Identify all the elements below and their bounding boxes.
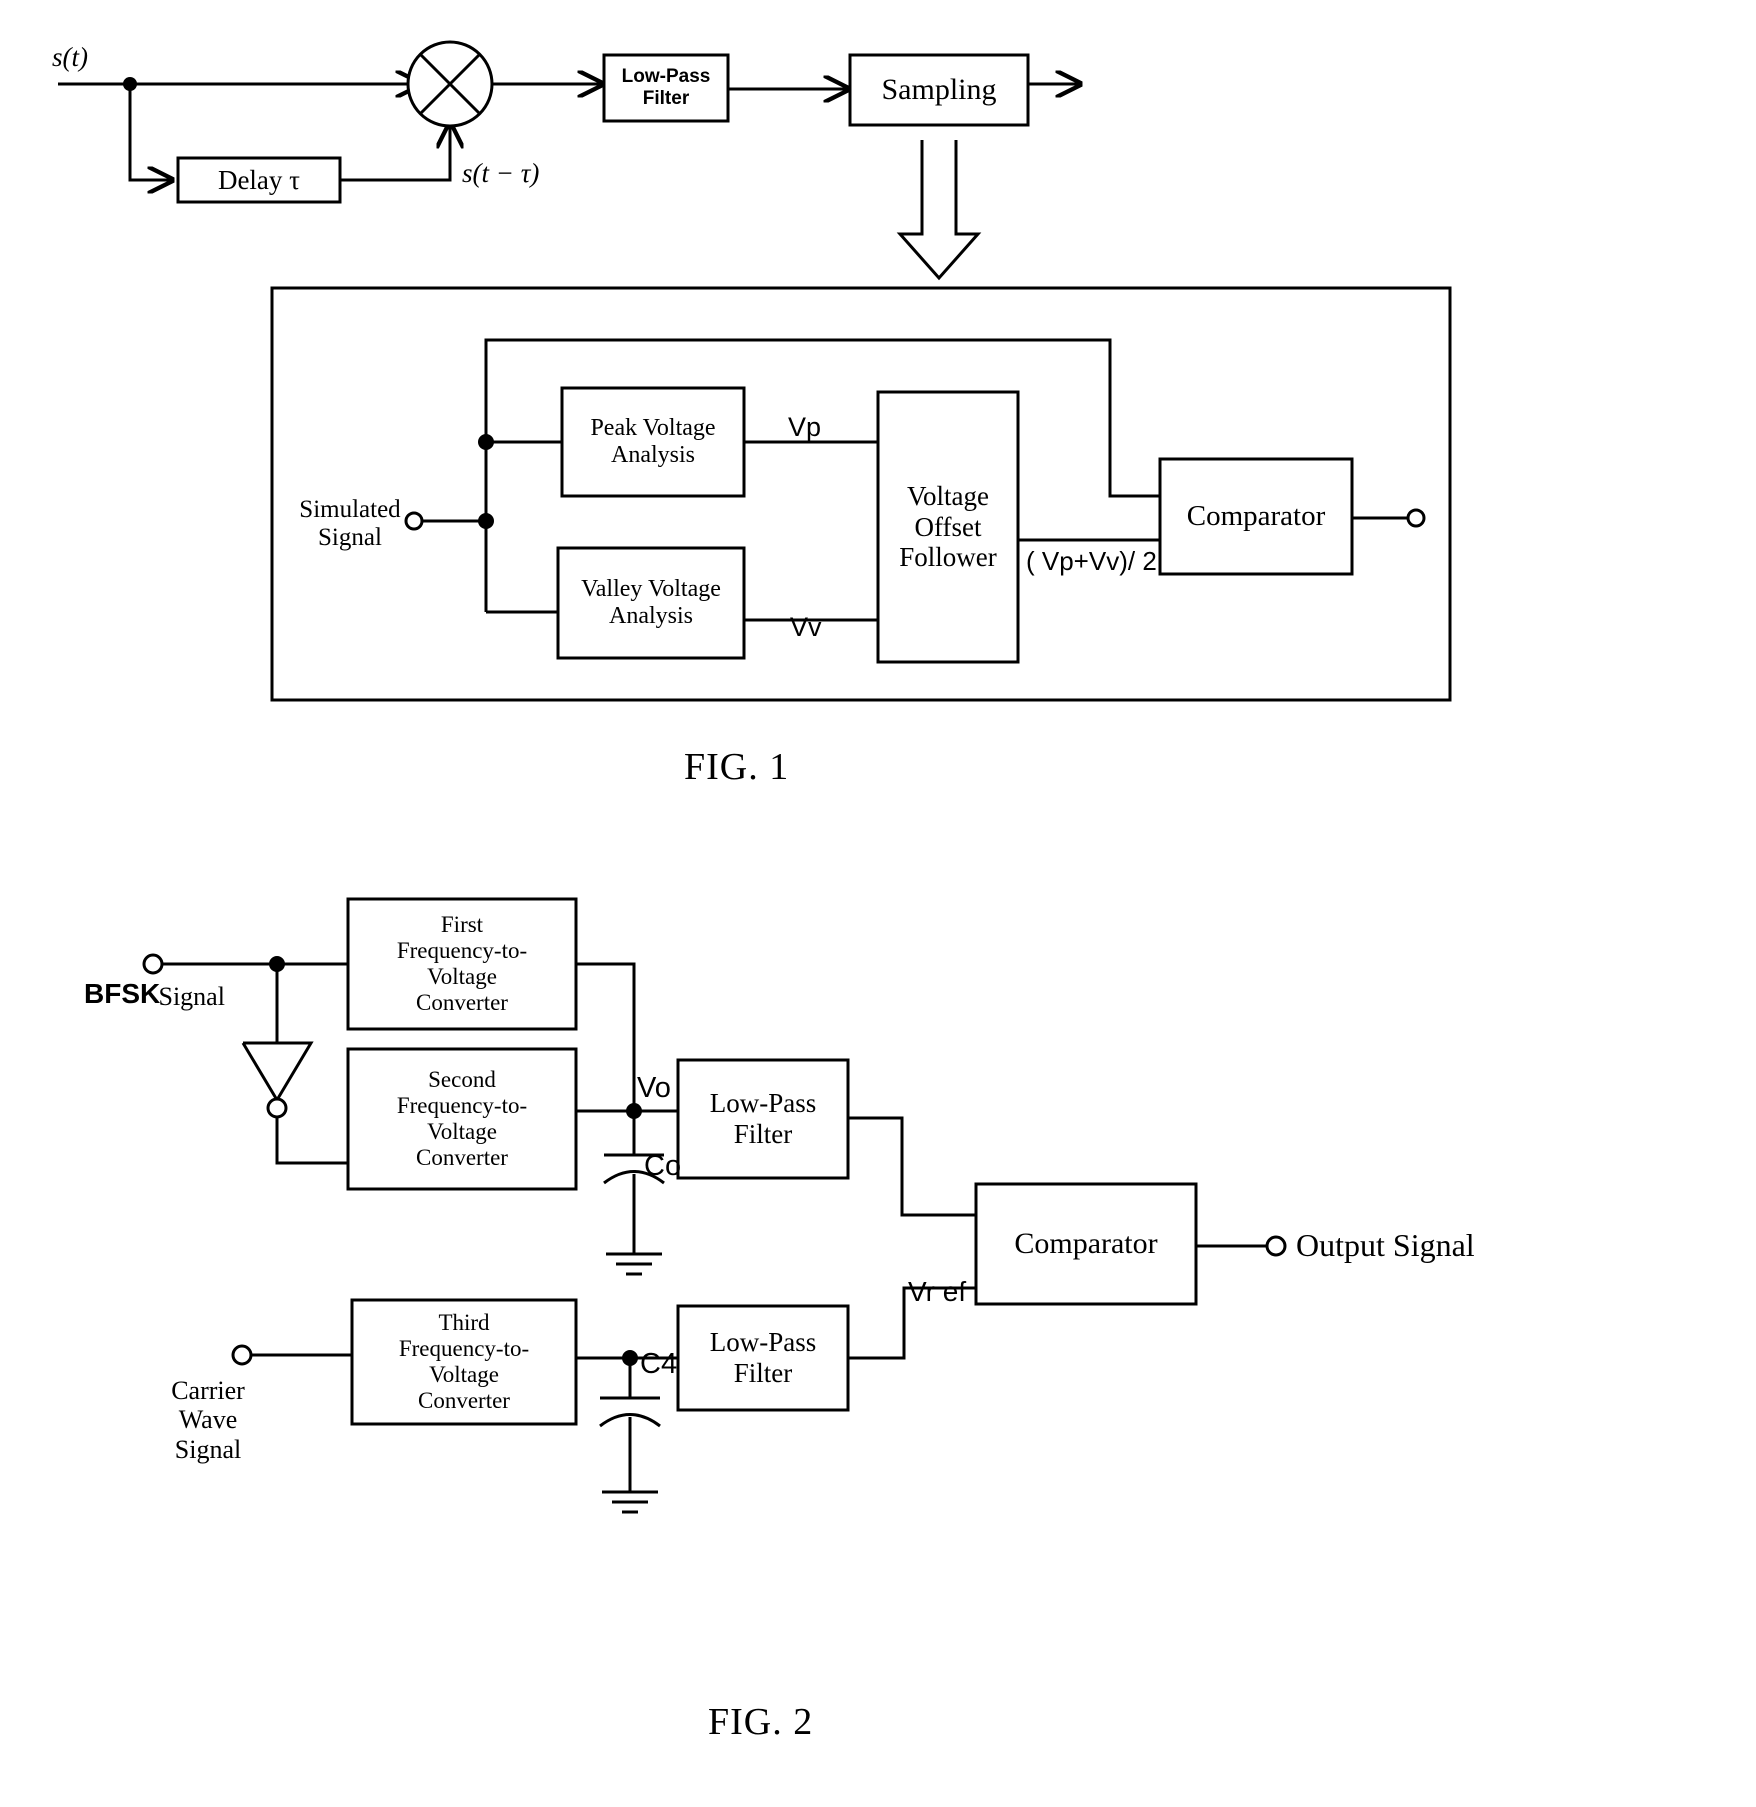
fig2-co-capacitor <box>603 1111 665 1276</box>
fig2-inverter <box>241 1041 348 1165</box>
fig1-comparator-label: Comparator <box>1186 499 1326 532</box>
figure-sheet <box>58 40 1452 1514</box>
fig1-sampling-label: Sampling <box>881 72 997 106</box>
fig2-lpf-top-label: Low-Pass Filter <box>709 1088 817 1149</box>
fig2-first-out-wire <box>576 962 636 1111</box>
fig2-caption: FIG. 2 <box>708 1701 814 1743</box>
fig1-vp-label: Vp <box>788 412 822 442</box>
fig2-bfsk-label: BFSK <box>84 978 161 1009</box>
fig2-carrier-input <box>231 1344 352 1366</box>
fig1-peak-label: Peak Voltage Analysis <box>590 414 716 468</box>
fig2-lpf-bottom-label: Low-Pass Filter <box>709 1327 817 1388</box>
fig2-lpf-top-out <box>848 1116 976 1217</box>
fig1-mixer <box>406 40 494 128</box>
fig1-valley-label: Valley Voltage Analysis <box>581 575 721 629</box>
fig1-delay-branch <box>128 84 172 180</box>
fig2-vo-label: Vo <box>637 1072 671 1104</box>
fig2-first-fvc-label: First Frequency-to- Voltage Converter <box>396 911 528 1016</box>
fig1-simulated-signal-label: Simulated Signal <box>299 495 401 552</box>
fig2-comparator-label: Comparator <box>1014 1226 1158 1260</box>
fig1-midpoint-label: ( Vp+Vv)/ 2 <box>1026 546 1157 576</box>
fig1-caption: FIG. 1 <box>684 746 790 788</box>
fig1-flow-arrow <box>896 140 982 281</box>
fig2-co-label: Co <box>644 1150 682 1182</box>
fig1-delay-label: Delay τ <box>217 164 301 195</box>
fig1-vv-label: Vv <box>790 612 822 642</box>
fig2-carrier-label: Carrier Wave Signal <box>171 1375 245 1464</box>
fig1-lowpass-label: Low-Pass Filter <box>621 66 711 109</box>
fig2-output-terminal <box>1196 1235 1287 1257</box>
fig2-second-fvc-label: Second Frequency-to- Voltage Converter <box>396 1066 528 1171</box>
fig1-delayed-signal-label: s(t − τ) <box>462 158 540 188</box>
fig2-vref-label: Vr ef <box>908 1276 967 1307</box>
fig1-offset-label: Voltage Offset Follower <box>899 480 997 573</box>
fig2-third-fvc-label: Third Frequency-to- Voltage Converter <box>398 1309 530 1414</box>
fig1-input-signal-label: s(t) <box>52 42 88 72</box>
fig2-c4-capacitor <box>599 1358 661 1514</box>
fig2-bfsk-signal-label: Signal <box>152 982 225 1011</box>
fig1-delay-out <box>340 124 450 182</box>
fig1-input-line <box>58 77 420 91</box>
fig2-output-signal-label: Output Signal <box>1296 1227 1475 1263</box>
fig2-c4-label: C4 <box>640 1348 678 1380</box>
